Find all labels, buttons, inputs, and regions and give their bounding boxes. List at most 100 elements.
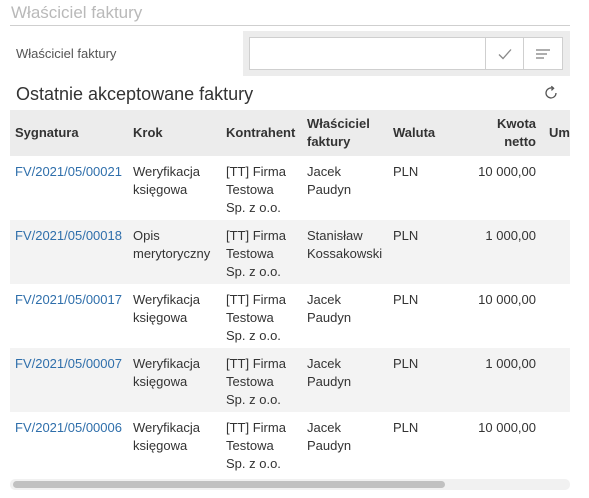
cell-krok: Weryfikacja księgowa <box>128 156 221 220</box>
cell-waluta: PLN <box>393 420 419 435</box>
accept-filter-button[interactable] <box>485 37 524 70</box>
cell-kontrahent: [TT] Firma Testowa Sp. z o.o. <box>221 284 302 348</box>
col-header-wlasciciel-line2: faktury <box>307 134 351 149</box>
cell-waluta: PLN <box>393 356 419 371</box>
cell-krok: Weryfikacja księgowa <box>128 348 221 412</box>
cell-kontrahent: [TT] Firma Testowa Sp. z o.o. <box>221 412 302 476</box>
cell-umowa <box>544 284 570 348</box>
cell-sygnatura: FV/2021/05/00017 <box>10 284 128 348</box>
wlasciciel-line2: Paudyn <box>307 310 352 325</box>
cell-kwota-netto: 10 000,00 <box>478 420 536 435</box>
col-header-kwota[interactable]: Kwota netto <box>433 110 544 156</box>
wlasciciel-line2: Paudyn <box>307 438 352 453</box>
wlasciciel-line2: Paudyn <box>307 182 352 197</box>
table-row[interactable]: FV/2021/05/00021 Weryfikacja księgowa [TT… <box>10 156 570 220</box>
col-header-waluta[interactable]: Waluta <box>388 110 435 156</box>
kontrahent-line1: [TT] Firma <box>226 356 286 371</box>
krok-line1: Weryfikacja <box>133 292 200 307</box>
invoice-link[interactable]: FV/2021/05/00007 <box>15 356 122 371</box>
owner-filter-label: Właściciel faktury <box>16 46 117 61</box>
cell-waluta: PLN <box>393 292 419 307</box>
cell-krok: Opis merytoryczny <box>128 220 221 284</box>
cell-krok: Weryfikacja księgowa <box>128 412 221 476</box>
table-body: FV/2021/05/00021 Weryfikacja księgowa [TT… <box>10 156 570 476</box>
kontrahent-line2: Testowa <box>226 246 274 261</box>
table-header: Sygnatura Krok Kontrahent Właściciel fakt… <box>10 110 570 156</box>
cell-wlasciciel: Stanisław Kossakowski <box>302 220 388 284</box>
cell-umowa <box>544 412 570 476</box>
cell-waluta: PLN <box>393 164 419 179</box>
list-lines-icon <box>536 48 550 59</box>
kontrahent-line1: [TT] Firma <box>226 164 286 179</box>
wlasciciel-line1: Jacek <box>307 164 341 179</box>
horizontal-scrollbar[interactable] <box>10 479 570 490</box>
table-row[interactable]: FV/2021/05/00006 Weryfikacja księgowa [TT… <box>10 412 570 476</box>
krok-line2: merytoryczny <box>133 246 211 261</box>
krok-line2: księgowa <box>133 374 188 389</box>
col-header-sygnatura[interactable]: Sygnatura <box>10 110 128 156</box>
invoices-table-container: Sygnatura Krok Kontrahent Właściciel fakt… <box>10 110 570 476</box>
krok-line1: Weryfikacja <box>133 164 200 179</box>
cell-kwota-netto: 1 000,00 <box>485 228 536 243</box>
wlasciciel-line1: Stanisław <box>307 228 363 243</box>
col-header-wlasciciel-line1: Właściciel <box>307 116 370 131</box>
accepted-invoices-table: Sygnatura Krok Kontrahent Właściciel fakt… <box>10 110 570 476</box>
cell-kwota-netto: 10 000,00 <box>478 292 536 307</box>
title-divider <box>10 25 570 26</box>
cell-wlasciciel: Jacek Paudyn <box>302 348 388 412</box>
owner-filter-box <box>243 31 570 76</box>
cell-sygnatura: FV/2021/05/00007 <box>10 348 128 412</box>
table-row[interactable]: FV/2021/05/00007 Weryfikacja księgowa [TT… <box>10 348 570 412</box>
invoice-link[interactable]: FV/2021/05/00006 <box>15 420 122 435</box>
cell-kwota-netto: 10 000,00 <box>478 164 536 179</box>
cell-kontrahent: [TT] Firma Testowa Sp. z o.o. <box>221 348 302 412</box>
kontrahent-line2: Testowa <box>226 438 274 453</box>
section-title: Ostatnie akceptowane faktury <box>16 84 254 104</box>
wlasciciel-line2: Paudyn <box>307 374 352 389</box>
col-header-krok[interactable]: Krok <box>128 110 221 156</box>
col-header-kwota-line2: netto <box>504 134 536 149</box>
kontrahent-line1: [TT] Firma <box>226 420 286 435</box>
header-row: Sygnatura Krok Kontrahent Właściciel fakt… <box>10 110 570 156</box>
page-title: Właściciel faktury <box>11 3 143 22</box>
kontrahent-line3: Sp. z o.o. <box>226 456 281 471</box>
invoice-link[interactable]: FV/2021/05/00021 <box>15 164 122 179</box>
kontrahent-line3: Sp. z o.o. <box>226 200 281 215</box>
kontrahent-line2: Testowa <box>226 374 274 389</box>
owner-filter-input[interactable] <box>249 37 485 70</box>
kontrahent-line3: Sp. z o.o. <box>226 328 281 343</box>
col-header-kwota-line1: Kwota <box>497 116 536 131</box>
wlasciciel-line1: Jacek <box>307 356 341 371</box>
kontrahent-line3: Sp. z o.o. <box>226 264 281 279</box>
kontrahent-line1: [TT] Firma <box>226 228 286 243</box>
krok-line1: Weryfikacja <box>133 420 200 435</box>
kontrahent-line1: [TT] Firma <box>226 292 286 307</box>
scrollbar-thumb[interactable] <box>13 481 445 488</box>
table-row[interactable]: FV/2021/05/00017 Weryfikacja księgowa [TT… <box>10 284 570 348</box>
table-row[interactable]: FV/2021/05/00018 Opis merytoryczny [TT] F… <box>10 220 570 284</box>
cell-sygnatura: FV/2021/05/00006 <box>10 412 128 476</box>
kontrahent-line2: Testowa <box>226 182 274 197</box>
krok-line2: księgowa <box>133 182 188 197</box>
refresh-button[interactable] <box>543 85 561 103</box>
cell-wlasciciel: Jacek Paudyn <box>302 156 388 220</box>
krok-line1: Opis <box>133 228 160 243</box>
invoice-link[interactable]: FV/2021/05/00018 <box>15 228 122 243</box>
cell-wlasciciel: Jacek Paudyn <box>302 412 388 476</box>
cell-sygnatura: FV/2021/05/00018 <box>10 220 128 284</box>
cell-kontrahent: [TT] Firma Testowa Sp. z o.o. <box>221 156 302 220</box>
krok-line2: księgowa <box>133 310 188 325</box>
col-header-wlasciciel[interactable]: Właściciel faktury <box>302 110 388 156</box>
cell-krok: Weryfikacja księgowa <box>128 284 221 348</box>
cell-wlasciciel: Jacek Paudyn <box>302 284 388 348</box>
cell-kontrahent: [TT] Firma Testowa Sp. z o.o. <box>221 220 302 284</box>
select-owner-list-button[interactable] <box>524 37 563 70</box>
col-header-umowa[interactable]: Umowa <box>544 110 570 156</box>
cell-umowa <box>544 156 570 220</box>
cell-sygnatura: FV/2021/05/00021 <box>10 156 128 220</box>
wlasciciel-line1: Jacek <box>307 292 341 307</box>
col-header-kontrahent[interactable]: Kontrahent <box>221 110 302 156</box>
invoice-link[interactable]: FV/2021/05/00017 <box>15 292 122 307</box>
wlasciciel-line1: Jacek <box>307 420 341 435</box>
krok-line1: Weryfikacja <box>133 356 200 371</box>
